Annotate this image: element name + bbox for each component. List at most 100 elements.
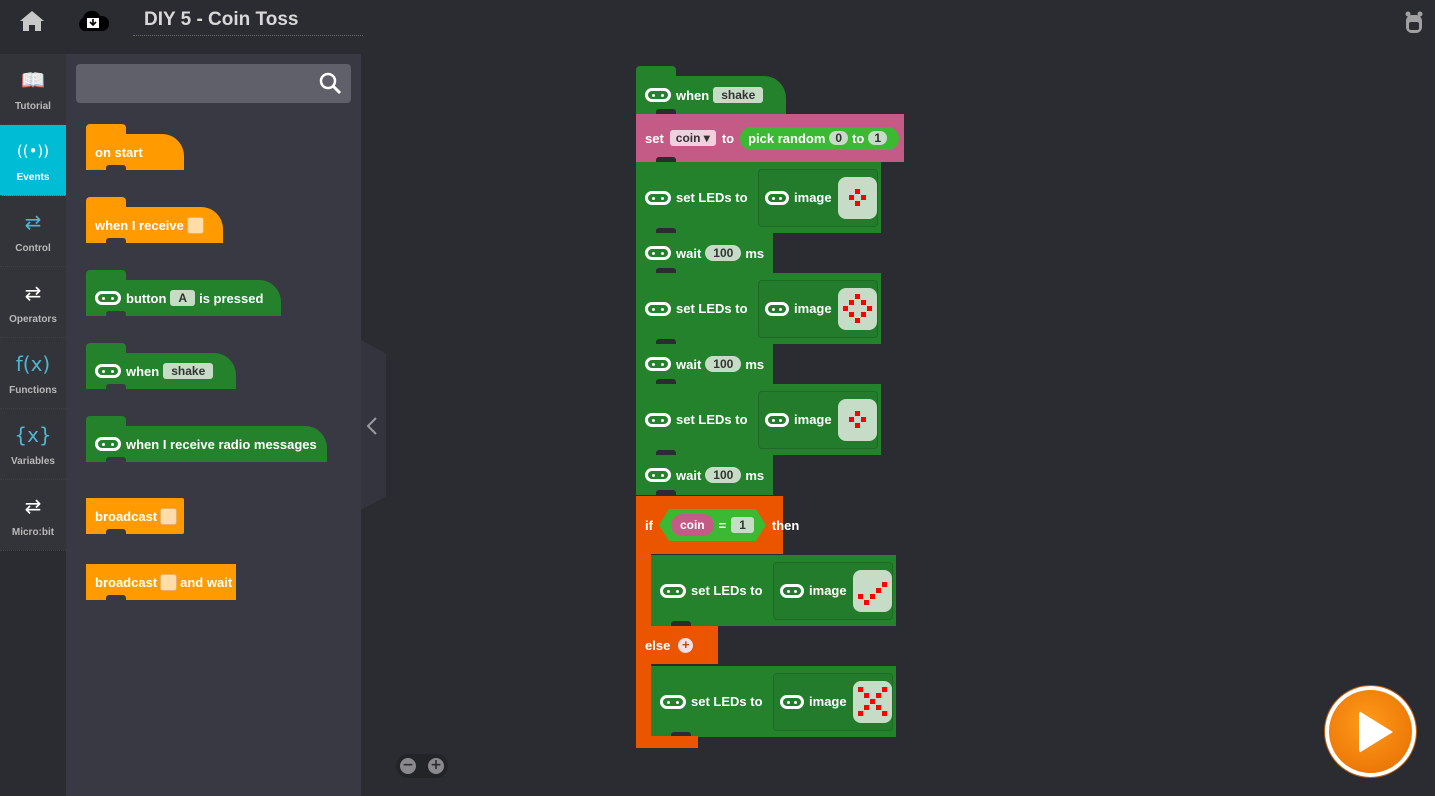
block-set-leds[interactable]: set LEDs to image [651,666,896,737]
variable-dropdown[interactable]: coin ▾ [669,130,716,146]
image-block[interactable]: image [772,561,893,620]
category-operators[interactable]: ⇄ Operators [0,267,66,338]
block-button-pressed[interactable]: button Ais pressed [86,270,281,316]
led-pixel[interactable] [881,600,887,606]
button-dropdown[interactable]: A [170,290,196,306]
led-pixel[interactable] [848,417,854,422]
equals-condition[interactable]: coin = 1 [659,509,766,541]
backpack-icon[interactable] [1404,11,1424,34]
block-set-leds[interactable]: set LEDs to image [636,384,881,455]
led-pixel[interactable] [881,711,887,716]
led-pixel[interactable] [857,600,863,606]
message-slot[interactable] [160,573,178,591]
home-icon[interactable] [19,10,45,32]
led-pixel[interactable] [854,318,860,323]
led-pixel[interactable] [875,705,881,710]
block-on-start[interactable]: on start [86,124,184,170]
led-pixel[interactable] [866,318,872,324]
led-image-editor[interactable] [852,569,892,612]
led-pixel[interactable] [848,300,854,305]
led-image-editor[interactable] [837,398,877,441]
message-slot[interactable] [186,216,204,234]
block-set-leds[interactable]: set LEDs to image [636,162,881,233]
gesture-dropdown[interactable]: shake [163,363,214,379]
led-pixel[interactable] [854,411,860,416]
image-block[interactable]: image [757,390,878,449]
block-when-shake[interactable]: when shake [636,66,786,114]
led-pixel[interactable] [866,306,872,311]
led-pixel[interactable] [854,201,860,206]
led-pixel[interactable] [860,312,866,317]
block-radio-receive[interactable]: when I receive radio messages [86,416,327,462]
led-pixel[interactable] [842,306,848,311]
image-block[interactable]: image [772,672,893,731]
random-max-input[interactable]: 1 [868,131,888,145]
block-set-variable[interactable]: set coin ▾ to pick random 0 to 1 [636,114,904,162]
image-block[interactable]: image [757,279,878,338]
chevron-left-icon[interactable] [366,416,378,436]
led-pixel[interactable] [869,699,875,704]
wait-duration-input[interactable]: 100 [705,245,742,261]
led-pixel[interactable] [863,693,869,698]
led-pixel[interactable] [875,711,881,717]
led-pixel[interactable] [860,417,866,422]
run-button[interactable] [1325,686,1416,777]
cloud-download-icon[interactable] [76,9,110,33]
led-pixel[interactable] [866,429,872,435]
led-pixel[interactable] [881,705,887,711]
variable-reporter[interactable]: coin [671,514,714,536]
category-events[interactable]: ((•)) Events [0,125,66,196]
block-broadcast-and-wait[interactable]: broadcast and wait [86,564,236,600]
led-pixel[interactable] [854,423,860,428]
led-pixel[interactable] [863,600,869,605]
led-pixel[interactable] [863,705,869,710]
block-wait[interactable]: wait 100 ms [636,344,773,384]
wait-duration-input[interactable]: 100 [705,467,742,483]
led-image-editor[interactable] [837,176,877,219]
led-pixel[interactable] [875,588,881,593]
led-pixel[interactable] [860,195,866,200]
block-wait[interactable]: wait 100 ms [636,233,773,273]
block-when-i-receive[interactable]: when I receive [86,197,223,243]
led-pixel[interactable] [869,594,875,599]
category-control[interactable]: ⇄ Control [0,196,66,267]
block-when-shake[interactable]: when shake [86,343,236,389]
led-pixel[interactable] [848,195,854,200]
led-pixel[interactable] [866,300,872,306]
search-icon[interactable] [319,72,342,95]
led-pixel[interactable] [848,312,854,317]
block-set-leds[interactable]: set LEDs to image [636,273,881,344]
block-broadcast[interactable]: broadcast [86,498,184,534]
pick-random-block[interactable]: pick random 0 to 1 [740,126,900,150]
led-pixel[interactable] [875,693,881,698]
wait-duration-input[interactable]: 100 [705,356,742,372]
message-slot[interactable] [160,507,178,525]
led-pixel[interactable] [881,687,887,692]
led-pixel[interactable] [881,576,887,582]
led-pixel[interactable] [866,207,872,213]
zoom-out-button[interactable]: − [400,758,416,774]
led-pixel[interactable] [857,594,863,599]
project-title[interactable]: DIY 5 - Coin Toss [133,8,363,36]
gesture-dropdown[interactable]: shake [713,87,764,103]
add-else-if-icon[interactable]: + [678,637,694,653]
led-pixel[interactable] [860,300,866,305]
search-input[interactable] [76,64,351,103]
block-if-else[interactable]: if coin = 1 then [636,496,799,554]
category-microbit[interactable]: ⇄ Micro:bit [0,480,66,551]
category-functions[interactable]: f(x) Functions [0,338,66,409]
zoom-in-button[interactable]: + [428,758,444,774]
category-variables[interactable]: {x} Variables [0,409,66,480]
category-tutorial[interactable]: 📖 Tutorial [0,54,66,125]
led-pixel[interactable] [857,711,863,716]
led-pixel[interactable] [854,294,860,299]
led-image-editor[interactable] [837,287,877,330]
led-pixel[interactable] [848,318,854,324]
led-pixel[interactable] [854,189,860,194]
block-wait[interactable]: wait 100 ms [636,455,773,495]
led-pixel[interactable] [857,687,863,692]
compare-value-input[interactable]: 1 [731,517,754,533]
led-pixel[interactable] [881,582,887,587]
led-image-editor[interactable] [852,680,892,723]
random-min-input[interactable]: 0 [829,131,849,145]
